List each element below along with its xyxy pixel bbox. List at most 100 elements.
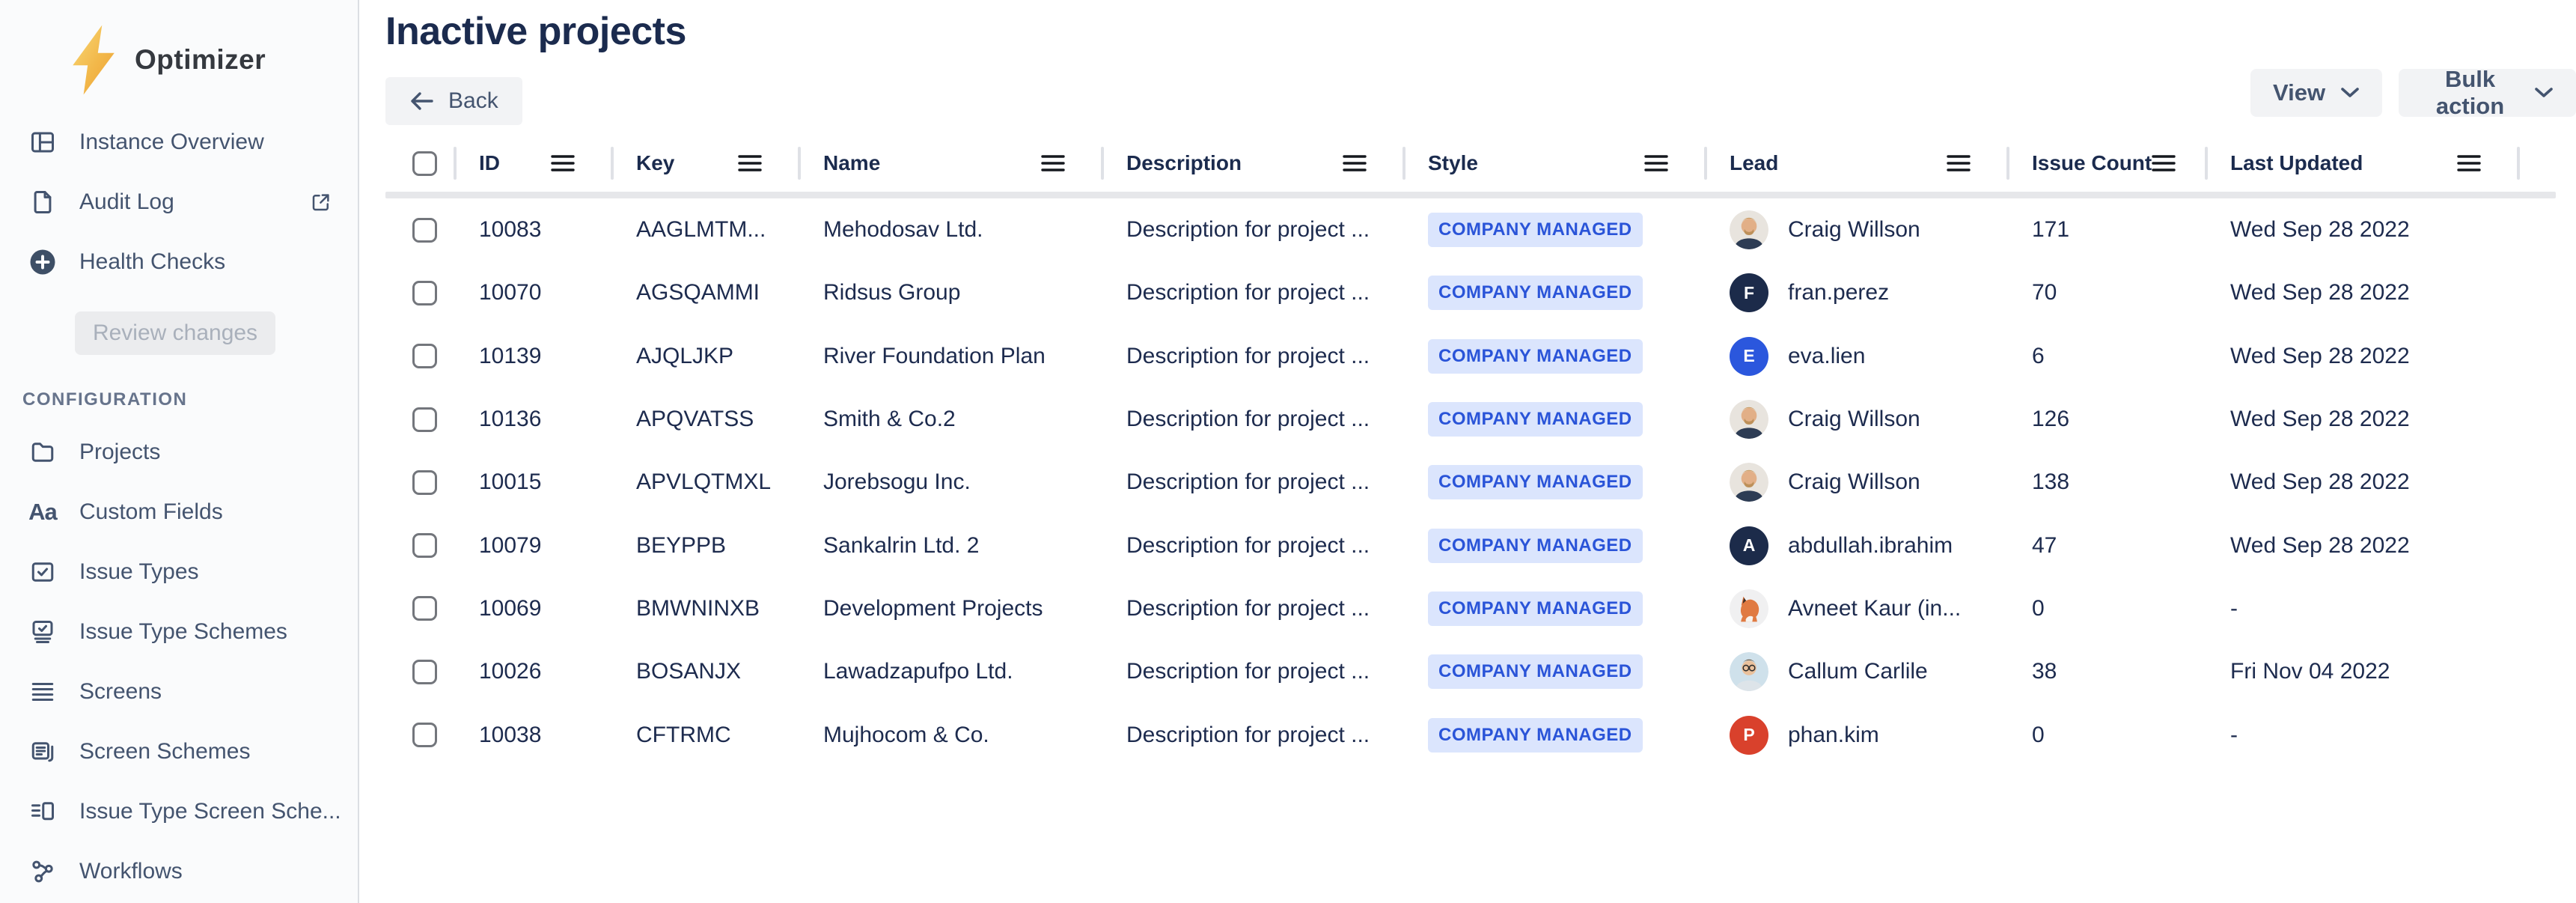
- cell-description: Description for project ...: [1104, 344, 1405, 369]
- cell-checkbox: [385, 407, 457, 432]
- cell-id: 10038: [457, 723, 614, 748]
- sidebar: Optimizer Instance OverviewAudit LogHeal…: [0, 0, 359, 903]
- cell-description: Description for project ...: [1104, 533, 1405, 559]
- table-body: 10083AAGLMTM...Mehodosav Ltd.Description…: [385, 198, 2556, 767]
- sidebar-item-audit-log[interactable]: Audit Log: [0, 172, 358, 232]
- column-menu-icon[interactable]: [551, 153, 575, 173]
- view-dropdown-button[interactable]: View: [2250, 69, 2382, 117]
- column-header-lead: Lead: [1707, 135, 2009, 192]
- column-menu-icon[interactable]: [1644, 153, 1668, 173]
- cell-style: COMPANY MANAGED: [1405, 465, 1707, 499]
- table-row[interactable]: 10015APVLQTMXLJorebsogu Inc.Description …: [385, 451, 2556, 514]
- column-menu-icon[interactable]: [1041, 153, 1065, 173]
- table-row[interactable]: 10026BOSANJXLawadzapufpo Ltd.Description…: [385, 640, 2556, 703]
- sidebar-item-issue-type-screen-sche[interactable]: Issue Type Screen Sche...: [0, 782, 358, 842]
- avatar: [1730, 589, 1768, 628]
- sidebar-item-label: Issue Type Schemes: [79, 619, 287, 645]
- row-checkbox[interactable]: [412, 660, 437, 684]
- row-checkbox[interactable]: [412, 281, 437, 305]
- sidebar-item-health-checks[interactable]: Health Checks: [0, 232, 358, 292]
- column-label: Lead: [1730, 151, 1778, 175]
- header-checkbox-cell: [385, 135, 457, 192]
- column-menu-icon[interactable]: [738, 153, 762, 173]
- cell-key: AAGLMTM...: [614, 217, 801, 243]
- sidebar-item-screens[interactable]: Screens: [0, 662, 358, 722]
- folder-icon: [28, 438, 57, 466]
- cell-lead: Craig Willson: [1707, 210, 2009, 249]
- cell-id: 10083: [457, 217, 614, 243]
- lead-name: Craig Willson: [1788, 407, 1920, 432]
- row-checkbox[interactable]: [412, 533, 437, 558]
- column-label: Last Updated: [2230, 151, 2363, 175]
- column-header-description: Description: [1104, 135, 1405, 192]
- table-row[interactable]: 10069BMWNINXBDevelopment ProjectsDescrip…: [385, 577, 2556, 640]
- column-menu-icon[interactable]: [1343, 153, 1367, 173]
- table-row[interactable]: 10136APQVATSSSmith & Co.2Description for…: [385, 388, 2556, 451]
- cell-name: Ridsus Group: [801, 280, 1104, 305]
- sidebar-item-label: Custom Fields: [79, 499, 223, 525]
- cell-key: AGSQAMMI: [614, 280, 801, 305]
- cell-style: COMPANY MANAGED: [1405, 654, 1707, 689]
- sidebar-item-instance-overview[interactable]: Instance Overview: [0, 112, 358, 172]
- review-changes-button[interactable]: Review changes: [75, 311, 275, 355]
- cell-last-updated: -: [2208, 596, 2520, 621]
- cell-last-updated: Wed Sep 28 2022: [2208, 407, 2520, 432]
- table-row[interactable]: 10139AJQLJKPRiver Foundation PlanDescrip…: [385, 325, 2556, 388]
- column-menu-icon[interactable]: [2152, 153, 2176, 173]
- table-row[interactable]: 10083AAGLMTM...Mehodosav Ltd.Description…: [385, 198, 2556, 261]
- row-checkbox[interactable]: [412, 407, 437, 432]
- column-menu-icon[interactable]: [1947, 153, 1971, 173]
- cell-lead: Eeva.lien: [1707, 337, 2009, 376]
- cell-name: Sankalrin Ltd. 2: [801, 533, 1104, 559]
- sidebar-item-issue-types[interactable]: Issue Types: [0, 542, 358, 602]
- row-checkbox[interactable]: [412, 470, 437, 495]
- lead-name: abdullah.ibrahim: [1788, 533, 1953, 559]
- cell-issue-count: 126: [2009, 407, 2208, 432]
- sidebar-item-projects[interactable]: Projects: [0, 422, 358, 482]
- bulk-action-dropdown-button[interactable]: Bulk action: [2399, 69, 2576, 117]
- table-row[interactable]: 10070AGSQAMMIRidsus GroupDescription for…: [385, 261, 2556, 324]
- table-row[interactable]: 10079BEYPPBSankalrin Ltd. 2Description f…: [385, 514, 2556, 577]
- sidebar-item-label: Issue Types: [79, 559, 199, 585]
- row-checkbox[interactable]: [412, 218, 437, 243]
- cell-issue-count: 70: [2009, 280, 2208, 305]
- cell-last-updated: Wed Sep 28 2022: [2208, 469, 2520, 495]
- cell-id: 10026: [457, 659, 614, 684]
- cell-checkbox: [385, 596, 457, 621]
- aa-icon: Aa: [28, 498, 57, 526]
- cell-last-updated: Wed Sep 28 2022: [2208, 280, 2520, 305]
- stacked-screens-icon: [28, 738, 57, 766]
- lead-name: fran.perez: [1788, 280, 1889, 305]
- external-link-icon: [310, 191, 332, 213]
- back-button[interactable]: Back: [385, 77, 522, 125]
- cell-lead: Callum Carlile: [1707, 652, 2009, 691]
- cell-description: Description for project ...: [1104, 596, 1405, 621]
- header-separator: [385, 192, 2556, 198]
- sidebar-item-custom-fields[interactable]: Aa Custom Fields: [0, 482, 358, 542]
- column-menu-icon[interactable]: [2457, 153, 2481, 173]
- sidebar-item-issue-type-schemes[interactable]: Issue Type Schemes: [0, 602, 358, 662]
- row-checkbox[interactable]: [412, 723, 437, 747]
- cell-key: BOSANJX: [614, 659, 801, 684]
- cell-lead: Craig Willson: [1707, 463, 2009, 502]
- style-badge: COMPANY MANAGED: [1428, 718, 1643, 752]
- cell-last-updated: -: [2208, 723, 2520, 748]
- style-badge: COMPANY MANAGED: [1428, 465, 1643, 499]
- sidebar-nav: Instance OverviewAudit LogHealth Checks: [0, 112, 358, 292]
- row-checkbox[interactable]: [412, 596, 437, 621]
- check-square-icon: [28, 558, 57, 586]
- cell-id: 10070: [457, 280, 614, 305]
- app-logo-text: Optimizer: [135, 44, 266, 76]
- sidebar-item-workflows[interactable]: Workflows: [0, 842, 358, 902]
- cell-name: Development Projects: [801, 596, 1104, 621]
- style-badge: COMPANY MANAGED: [1428, 276, 1643, 310]
- list-square-icon: [28, 797, 57, 826]
- row-checkbox[interactable]: [412, 344, 437, 368]
- cell-key: BMWNINXB: [614, 596, 801, 621]
- cell-description: Description for project ...: [1104, 723, 1405, 748]
- sidebar-item-screen-schemes[interactable]: Screen Schemes: [0, 722, 358, 782]
- table-row[interactable]: 10038CFTRMCMujhocom & Co.Description for…: [385, 703, 2556, 766]
- cell-last-updated: Wed Sep 28 2022: [2208, 344, 2520, 369]
- select-all-checkbox[interactable]: [412, 151, 437, 176]
- lead-name: phan.kim: [1788, 723, 1879, 748]
